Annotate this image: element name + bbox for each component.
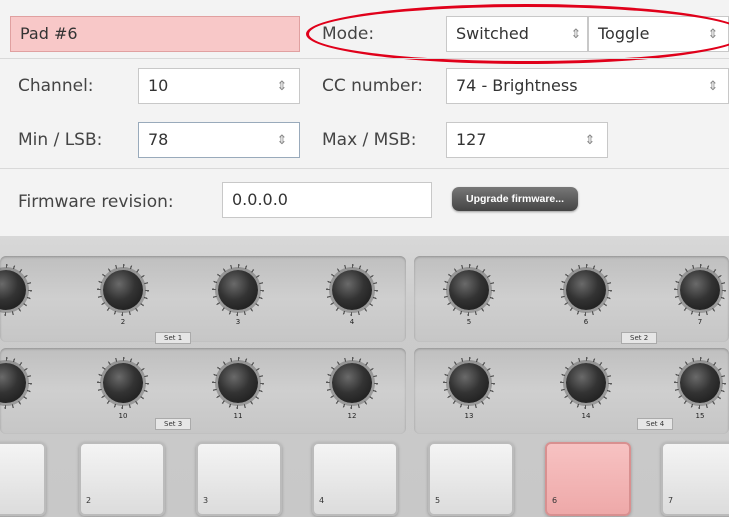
knob-11[interactable] [218,363,258,403]
knob-label: 4 [349,318,355,326]
knob-label: 2 [120,318,126,326]
mode-highlight-ellipse [306,4,729,64]
knob-label: 12 [347,412,357,420]
pad-3[interactable] [196,442,282,516]
pad-label: 6 [552,496,558,505]
pad-1[interactable] [0,442,46,516]
knob-10[interactable] [103,363,143,403]
pad-label: 5 [435,496,441,505]
cc-number-select[interactable]: 74 - Brightness ⇕ [446,68,729,104]
max-msb-select[interactable]: 127 ⇕ [446,122,608,158]
max-msb-value: 127 [456,130,487,149]
pad-name-value: Pad #6 [20,24,78,43]
pad-label: 3 [203,496,209,505]
knob-label: 6 [583,318,589,326]
firmware-revision-value: 0.0.0.0 [232,190,288,209]
section-divider-2 [0,168,729,169]
channel-value: 10 [148,76,169,95]
pad-4[interactable] [312,442,398,516]
knob-label: 10 [118,412,128,420]
min-lsb-label: Min / LSB: [18,130,103,150]
set-label: Set 4 [637,418,674,430]
pad-name-field[interactable]: Pad #6 [10,16,300,52]
min-lsb-select[interactable]: 78 ⇕ [138,122,300,158]
cc-number-value: 74 - Brightness [456,76,578,95]
pad-label: 7 [668,496,674,505]
firmware-revision-field: 0.0.0.0 [222,182,432,218]
knob-label: 14 [581,412,591,420]
set-label: Set 3 [155,418,192,430]
firmware-revision-label: Firmware revision: [18,192,174,212]
knob-12[interactable] [332,363,372,403]
knob-5[interactable] [449,270,489,310]
knob-15[interactable] [680,363,720,403]
knob-label: 5 [466,318,472,326]
knob-4[interactable] [332,270,372,310]
max-msb-arrows-icon: ⇕ [584,132,596,148]
knob-6[interactable] [566,270,606,310]
cc-number-label: CC number: [322,76,423,96]
min-lsb-arrows-icon: ⇕ [276,132,288,148]
knob-label: 15 [695,412,705,420]
set-label: Set 2 [621,332,658,344]
knob-14[interactable] [566,363,606,403]
knob-13[interactable] [449,363,489,403]
pad-5[interactable] [428,442,514,516]
pad-label: 4 [319,496,325,505]
set-label: Set 1 [155,332,192,344]
section-divider [0,58,729,59]
cc-number-arrows-icon: ⇕ [707,78,719,94]
max-msb-label: Max / MSB: [322,130,417,150]
knob-2[interactable] [103,270,143,310]
knob-label: 11 [233,412,243,420]
upgrade-firmware-button[interactable]: Upgrade firmware... [452,187,578,211]
knob-label: 3 [235,318,241,326]
channel-arrows-icon: ⇕ [276,78,288,94]
min-lsb-value: 78 [148,130,169,149]
knob-3[interactable] [218,270,258,310]
channel-label: Channel: [18,76,94,96]
channel-select[interactable]: 10 ⇕ [138,68,300,104]
knob-label: 13 [464,412,474,420]
knob-7[interactable] [680,270,720,310]
knob-label: 7 [697,318,703,326]
pad-6[interactable] [545,442,631,516]
pad-2[interactable] [79,442,165,516]
pad-label: 2 [86,496,92,505]
